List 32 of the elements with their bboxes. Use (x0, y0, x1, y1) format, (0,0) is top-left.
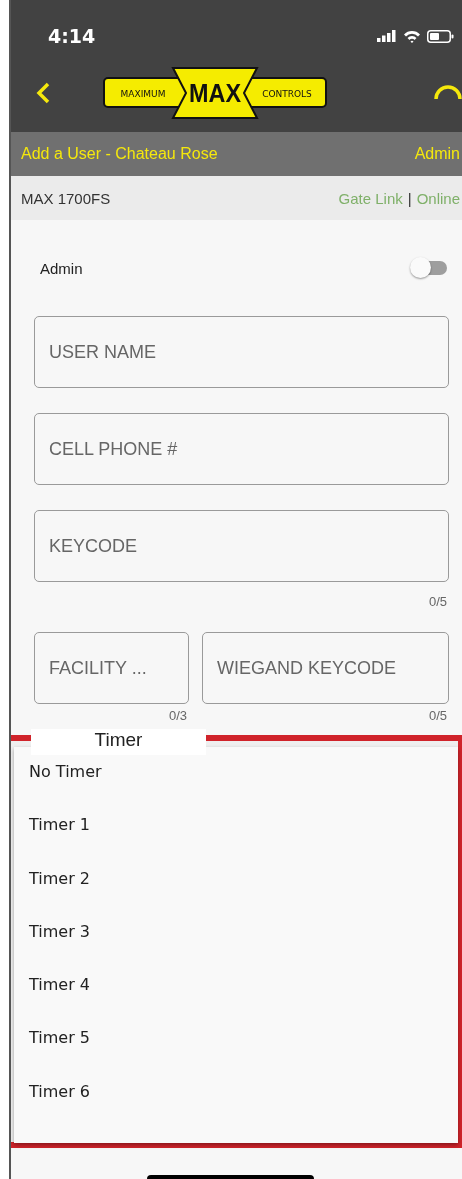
connection-status: Online (416, 189, 460, 207)
menu-option[interactable]: Timer 1 (14, 817, 458, 871)
connection-type: Gate Link (338, 189, 403, 207)
admin-toggle[interactable] (409, 256, 449, 280)
character-counter: 0/3 (167, 707, 188, 722)
text-field[interactable]: USER NAME (34, 316, 449, 388)
menu-option[interactable]: Timer 5 (14, 1030, 458, 1084)
wifi-icon (403, 29, 421, 43)
brand-logo: MAXIMUM MAX CONTROLS (103, 66, 327, 120)
status-time: 4:14 (48, 25, 96, 47)
role-label: Admin (414, 145, 460, 163)
menu-option[interactable]: Timer 4 (14, 977, 458, 1031)
text-field[interactable]: FACILITY ... (34, 632, 189, 704)
menu-option[interactable]: Timer 2 (14, 870, 458, 924)
text-field[interactable]: KEYCODE (34, 510, 449, 582)
loading-spinner-icon (434, 85, 462, 101)
device-name: MAX 1700FS (21, 189, 111, 207)
menu-option[interactable]: No Timer (14, 764, 458, 818)
chevron-left-icon (35, 81, 51, 105)
dropdown-label: Timer (31, 729, 206, 755)
battery-icon (427, 29, 454, 43)
character-counter: 0/5 (427, 707, 448, 722)
separator: | (407, 189, 412, 207)
text-field[interactable]: CELL PHONE # (34, 413, 449, 485)
text-field[interactable]: WIEGAND KEYCODE (202, 632, 449, 704)
character-counter: 0/5 (427, 593, 448, 610)
page-title: Add a User - Chateau Rose (21, 145, 218, 163)
back-button[interactable] (35, 81, 51, 105)
menu-option[interactable]: Timer 3 (14, 923, 458, 978)
admin-label: Admin (40, 259, 83, 277)
signal-icon (377, 30, 397, 42)
menu-option[interactable]: Timer 6 (14, 1083, 458, 1138)
